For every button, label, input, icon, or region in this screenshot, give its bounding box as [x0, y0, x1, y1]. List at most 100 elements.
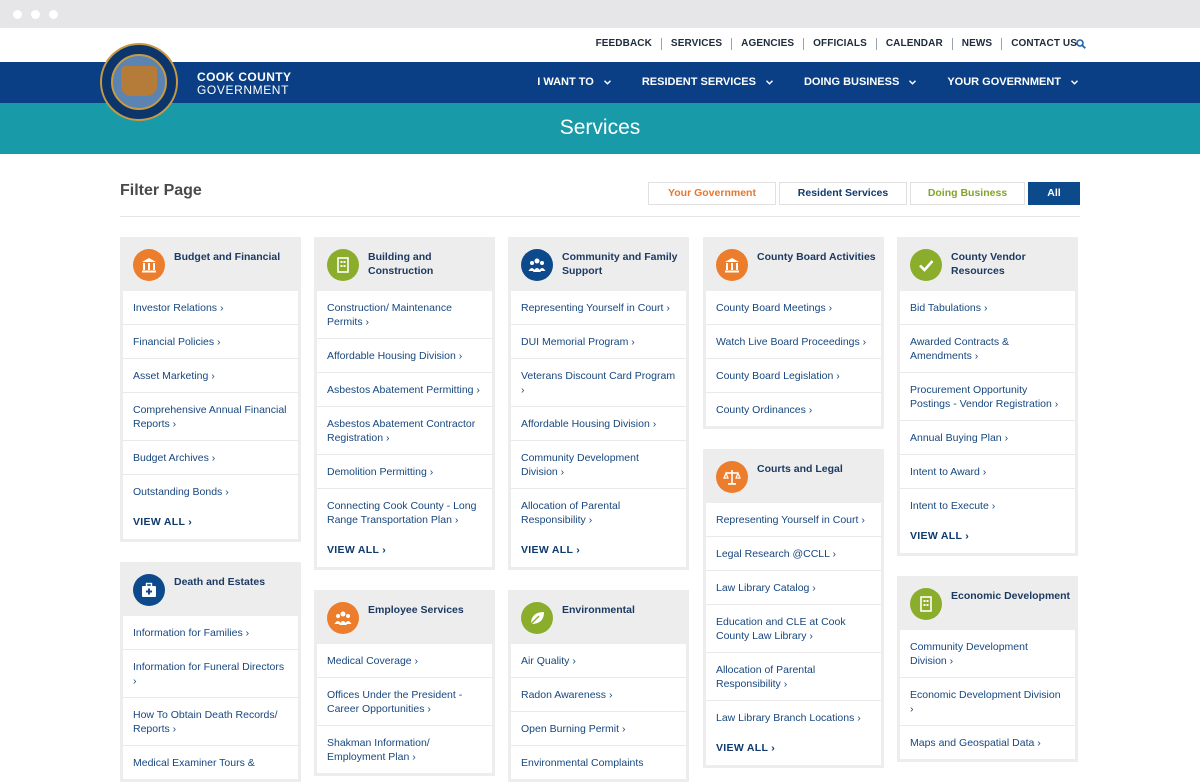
service-link[interactable]: Bid Tabulations ›	[900, 291, 1075, 325]
service-link[interactable]: Procurement Opportunity Postings - Vendo…	[900, 373, 1075, 421]
nav-your-government[interactable]: YOUR GOVERNMENT	[947, 76, 1078, 88]
view-all-link[interactable]: VIEW ALL ›	[317, 536, 492, 567]
service-column: Budget and Financial Investor Relations ›…	[120, 237, 301, 782]
service-link[interactable]: Medical Examiner Tours &	[123, 746, 298, 779]
service-link[interactable]: Community Development Division ›	[511, 441, 686, 489]
service-link[interactable]: Allocation of Parental Responsibility ›	[511, 489, 686, 536]
service-card: Community and Family Support Representing…	[508, 237, 689, 570]
service-link[interactable]: Allocation of Parental Responsibility ›	[706, 653, 881, 701]
service-link[interactable]: Medical Coverage ›	[317, 644, 492, 678]
service-link[interactable]: How To Obtain Death Records/ Reports ›	[123, 698, 298, 746]
card-link-list: Community Development Division › Economic…	[900, 630, 1075, 759]
service-link[interactable]: Outstanding Bonds ›	[123, 475, 298, 508]
util-link-feedback[interactable]: FEEDBACK	[587, 38, 661, 50]
site-brand[interactable]: COOK COUNTY GOVERNMENT	[197, 71, 291, 97]
card-header[interactable]: County Board Activities	[706, 237, 881, 291]
card-title: Community and Family Support	[562, 251, 678, 277]
chevron-down-icon	[909, 79, 917, 85]
service-link[interactable]: Asbestos Abatement Permitting ›	[317, 373, 492, 407]
brand-line-2: GOVERNMENT	[197, 83, 290, 97]
nav-doing-business[interactable]: DOING BUSINESS	[804, 76, 917, 88]
card-header[interactable]: Community and Family Support	[511, 237, 686, 291]
util-link-calendar[interactable]: CALENDAR	[875, 38, 952, 50]
filter-tab-doing-business[interactable]: Doing Business	[910, 182, 1025, 205]
service-link[interactable]: Community Development Division ›	[900, 630, 1075, 678]
service-link[interactable]: Connecting Cook County - Long Range Tran…	[317, 489, 492, 536]
service-link[interactable]: Awarded Contracts & Amendments ›	[900, 325, 1075, 373]
service-link[interactable]: County Ordinances ›	[706, 393, 881, 426]
service-link[interactable]: Radon Awareness ›	[511, 678, 686, 712]
service-link[interactable]: Environmental Complaints	[511, 746, 686, 779]
service-link[interactable]: Demolition Permitting ›	[317, 455, 492, 489]
card-gap	[120, 542, 301, 562]
service-link[interactable]: Financial Policies ›	[123, 325, 298, 359]
service-link[interactable]: Economic Development Division ›	[900, 678, 1075, 726]
nav-resident-services[interactable]: RESIDENT SERVICES	[642, 76, 773, 88]
view-all-link[interactable]: VIEW ALL ›	[900, 522, 1075, 553]
nav-i-want-to[interactable]: I WANT TO	[537, 76, 611, 88]
window-dot-icon	[49, 10, 58, 19]
view-all-link[interactable]: VIEW ALL ›	[706, 734, 881, 765]
county-seal-logo[interactable]	[100, 43, 178, 121]
chevron-down-icon	[1071, 79, 1078, 85]
service-link[interactable]: Representing Yourself in Court ›	[706, 503, 881, 537]
service-link[interactable]: Construction/ Maintenance Permits ›	[317, 291, 492, 339]
card-header[interactable]: Courts and Legal	[706, 449, 881, 503]
card-header[interactable]: Employee Services	[317, 590, 492, 644]
util-link-agencies[interactable]: AGENCIES	[731, 38, 803, 50]
card-gap	[314, 570, 495, 590]
seal-inner	[111, 54, 167, 110]
util-link-contact-us[interactable]: CONTACT US	[1001, 38, 1086, 50]
view-all-link[interactable]: VIEW ALL ›	[511, 536, 686, 567]
view-all-link[interactable]: VIEW ALL ›	[123, 508, 298, 539]
filter-tab-all[interactable]: All	[1028, 182, 1080, 205]
util-link-news[interactable]: NEWS	[951, 38, 1001, 50]
card-header[interactable]: Building and Construction	[317, 237, 492, 291]
card-header[interactable]: Economic Development	[900, 576, 1075, 630]
service-link[interactable]: Annual Buying Plan ›	[900, 421, 1075, 455]
service-link[interactable]: Legal Research @CCLL ›	[706, 537, 881, 571]
service-link[interactable]: Asset Marketing ›	[123, 359, 298, 393]
nav-label: I WANT TO	[537, 76, 594, 88]
service-link[interactable]: Representing Yourself in Court ›	[511, 291, 686, 325]
service-link[interactable]: Information for Funeral Directors ›	[123, 650, 298, 698]
service-link[interactable]: Budget Archives ›	[123, 441, 298, 475]
card-header[interactable]: Budget and Financial	[123, 237, 298, 291]
service-link[interactable]: County Board Meetings ›	[706, 291, 881, 325]
service-column: Community and Family Support Representing…	[508, 237, 689, 782]
search-icon[interactable]	[1076, 39, 1086, 49]
service-link[interactable]: Intent to Award ›	[900, 455, 1075, 489]
service-link[interactable]: Education and CLE at Cook County Law Lib…	[706, 605, 881, 653]
service-link[interactable]: Comprehensive Annual Financial Reports ›	[123, 393, 298, 441]
building-icon	[327, 249, 359, 281]
service-card: Building and Construction Construction/ M…	[314, 237, 495, 570]
service-link[interactable]: Affordable Housing Division ›	[511, 407, 686, 441]
card-header[interactable]: Death and Estates	[123, 562, 298, 616]
util-link-services[interactable]: SERVICES	[660, 38, 731, 50]
card-title: Budget and Financial	[174, 251, 281, 263]
service-link[interactable]: Veterans Discount Card Program ›	[511, 359, 686, 407]
filter-tab-your-government[interactable]: Your Government	[648, 182, 776, 205]
service-link[interactable]: Law Library Branch Locations ›	[706, 701, 881, 734]
service-link[interactable]: Air Quality ›	[511, 644, 686, 678]
filter-tab-resident-services[interactable]: Resident Services	[779, 182, 907, 205]
service-link[interactable]: Offices Under the President - Career Opp…	[317, 678, 492, 726]
service-link[interactable]: Shakman Information/ Employment Plan ›	[317, 726, 492, 773]
card-title: Building and Construction	[368, 251, 434, 277]
service-link[interactable]: Investor Relations ›	[123, 291, 298, 325]
service-link[interactable]: Watch Live Board Proceedings ›	[706, 325, 881, 359]
card-header[interactable]: Environmental	[511, 590, 686, 644]
service-link[interactable]: Asbestos Abatement Contractor Registrati…	[317, 407, 492, 455]
service-link[interactable]: Maps and Geospatial Data ›	[900, 726, 1075, 759]
people-group-icon	[327, 602, 359, 634]
service-link[interactable]: Affordable Housing Division ›	[317, 339, 492, 373]
service-link[interactable]: Information for Families ›	[123, 616, 298, 650]
service-link[interactable]: Open Burning Permit ›	[511, 712, 686, 746]
service-link[interactable]: Intent to Execute ›	[900, 489, 1075, 522]
service-link[interactable]: Law Library Catalog ›	[706, 571, 881, 605]
service-link[interactable]: County Board Legislation ›	[706, 359, 881, 393]
service-link[interactable]: DUI Memorial Program ›	[511, 325, 686, 359]
card-header[interactable]: County Vendor Resources	[900, 237, 1075, 291]
util-link-officials[interactable]: OFFICIALS	[803, 38, 876, 50]
card-title: County Board Activities	[757, 251, 876, 263]
